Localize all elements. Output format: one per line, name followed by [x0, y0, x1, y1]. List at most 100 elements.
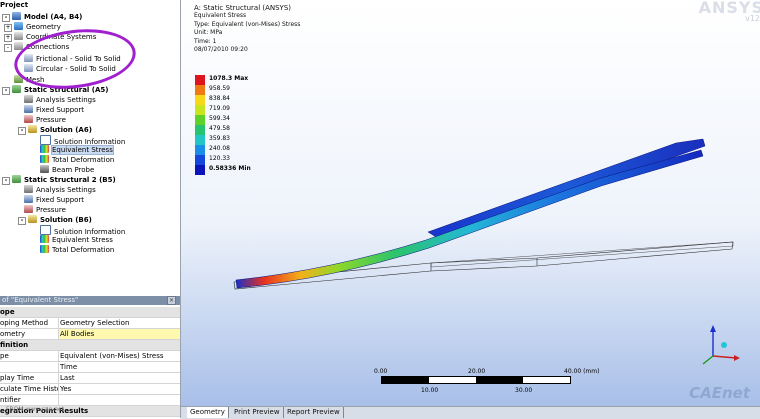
- collapse-icon[interactable]: -: [2, 177, 10, 185]
- total-deformation-icon: [40, 155, 49, 163]
- scale-label: 0.00: [374, 368, 388, 375]
- details-value[interactable]: Equivalent (von-Mises) Stress: [60, 351, 164, 361]
- details-key: ope: [0, 308, 15, 316]
- solution-information-icon: [40, 135, 51, 145]
- scale-bar-segment: [476, 377, 523, 383]
- tree-fixed-support-2[interactable]: Fixed Support: [24, 195, 84, 205]
- details-section-scope[interactable]: ope: [0, 307, 180, 318]
- tree-solution-b6[interactable]: - Solution (B6): [18, 215, 92, 225]
- tree-total-deformation-2[interactable]: Total Deformation: [40, 245, 114, 255]
- undeformed-wireframe: [233, 241, 734, 290]
- tree-analysis-settings-2[interactable]: Analysis Settings: [24, 185, 96, 195]
- tab-print-preview[interactable]: Print Preview: [231, 407, 284, 418]
- tree-label: Equivalent Stress: [51, 145, 114, 155]
- outline-tree-pane: Project - Model (A4, B4) + Geometry + Coord…: [0, 0, 181, 292]
- total-deformation-icon: [40, 245, 49, 253]
- static-structural-icon: [12, 175, 21, 183]
- collapse-icon[interactable]: -: [2, 87, 10, 95]
- details-title: of "Equivalent Stress": [0, 296, 180, 305]
- coordinate-systems-icon: [14, 32, 23, 40]
- details-key: pe: [0, 351, 59, 361]
- tree-equivalent-stress-2[interactable]: Equivalent Stress: [40, 235, 113, 245]
- details-key: culate Time History: [0, 384, 59, 394]
- graphics-viewport[interactable]: A: Static Structural (ANSYS) Equivalent …: [181, 0, 760, 406]
- details-row-scoping-method[interactable]: oping Method Geometry Selection: [0, 318, 180, 329]
- solution-information-icon: [40, 225, 51, 235]
- tree-label: Project: [0, 1, 29, 9]
- collapse-icon[interactable]: -: [2, 14, 10, 22]
- tree-label: Solution (A6): [40, 126, 92, 134]
- solution-icon: [28, 215, 37, 223]
- analysis-settings-icon: [24, 95, 33, 103]
- tree-label: Solution (B6): [40, 216, 92, 224]
- model-geometry[interactable]: [181, 0, 760, 406]
- pressure-icon: [24, 205, 33, 213]
- details-section-definition[interactable]: finition: [0, 340, 180, 351]
- details-row-geometry[interactable]: ometry All Bodies: [0, 329, 180, 340]
- tree-geometry[interactable]: + Geometry: [4, 22, 61, 32]
- fixed-support-icon: [24, 105, 33, 113]
- caenet-watermark: CAEnet: [689, 384, 750, 402]
- details-row-calculate-time-history[interactable]: culate Time History Yes: [0, 384, 180, 395]
- details-key: [0, 362, 59, 372]
- tree-solution-information-2[interactable]: Solution Information: [40, 225, 125, 236]
- details-value[interactable]: All Bodies: [59, 329, 180, 339]
- details-key: oping Method: [0, 318, 59, 328]
- tab-geometry[interactable]: Geometry: [187, 407, 229, 418]
- view-tab-strip: Geometry Print Preview Report Preview: [181, 406, 760, 419]
- close-icon[interactable]: ×: [167, 296, 176, 305]
- tree-fixed-support[interactable]: Fixed Support: [24, 105, 84, 115]
- collapse-icon[interactable]: -: [18, 127, 26, 135]
- details-row-by[interactable]: Time: [0, 362, 180, 373]
- tree-label: Equivalent Stress: [52, 236, 113, 244]
- geometry-icon: [14, 22, 23, 30]
- tree-model[interactable]: - Model (A4, B4): [2, 12, 82, 22]
- tree-label: Static Structural 2 (B5): [24, 176, 116, 184]
- expand-icon[interactable]: +: [4, 24, 12, 32]
- scale-bar-segment: [382, 377, 429, 383]
- beam-probe-icon: [40, 165, 49, 173]
- details-value[interactable]: Last: [60, 373, 75, 383]
- details-row-identifier[interactable]: ntifier: [0, 395, 180, 406]
- scale-label: 10.00: [421, 387, 439, 394]
- tree-label: Pressure: [36, 116, 66, 124]
- tree-static-structural-b5[interactable]: - Static Structural 2 (B5): [2, 175, 116, 185]
- tab-report-preview[interactable]: Report Preview: [284, 407, 344, 418]
- tree-label: Fixed Support: [36, 196, 85, 204]
- tree-project[interactable]: Project: [0, 0, 28, 10]
- tree-label: Analysis Settings: [36, 186, 96, 194]
- tree-label: Analysis Settings: [36, 96, 96, 104]
- tree-analysis-settings[interactable]: Analysis Settings: [24, 95, 96, 105]
- tree-beam-probe[interactable]: Beam Probe: [40, 165, 94, 175]
- details-value[interactable]: Geometry Selection: [60, 318, 129, 328]
- equivalent-stress-icon: [40, 235, 49, 243]
- details-row-display-time[interactable]: play Time Last: [0, 373, 180, 384]
- tree-pressure-2[interactable]: Pressure: [24, 205, 66, 215]
- details-value[interactable]: Time: [60, 362, 77, 372]
- scale-label: 40.00 (mm): [564, 368, 600, 375]
- fixed-support-icon: [24, 195, 33, 203]
- details-key: ntifier: [0, 395, 59, 405]
- scale-label: 30.00: [515, 387, 533, 394]
- expand-icon[interactable]: +: [4, 34, 12, 42]
- pressure-icon: [24, 115, 33, 123]
- tree-solution-information[interactable]: Solution Information: [40, 135, 125, 146]
- details-key: ometry: [0, 329, 59, 339]
- analysis-settings-icon: [24, 185, 33, 193]
- tree-solution-a6[interactable]: - Solution (A6): [18, 125, 92, 135]
- model-icon: [12, 12, 21, 20]
- tree-label: Geometry: [26, 23, 61, 31]
- collapse-icon[interactable]: -: [18, 217, 26, 225]
- details-key: finition: [0, 341, 29, 349]
- tree-label: Total Deformation: [52, 156, 115, 164]
- watermark-text: FROM www.cae.net: [0, 406, 180, 418]
- tree-pressure[interactable]: Pressure: [24, 115, 66, 125]
- details-key: play Time: [0, 373, 59, 383]
- tree-equivalent-stress[interactable]: Equivalent Stress: [40, 145, 114, 155]
- tree-total-deformation[interactable]: Total Deformation: [40, 155, 114, 165]
- details-value[interactable]: Yes: [60, 384, 71, 394]
- collapse-icon[interactable]: -: [4, 44, 12, 52]
- tree-label: Model (A4, B4): [24, 13, 83, 21]
- details-row-type[interactable]: pe Equivalent (von-Mises) Stress: [0, 351, 180, 362]
- solution-icon: [28, 125, 37, 133]
